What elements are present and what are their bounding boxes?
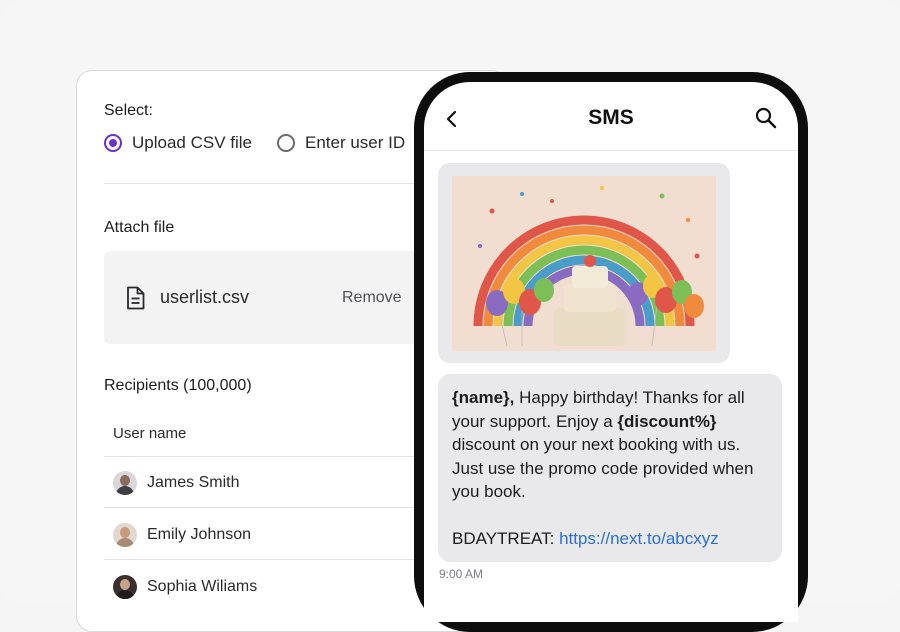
birthday-rainbow-image	[452, 176, 716, 351]
remove-file-button[interactable]: Remove	[342, 289, 402, 307]
select-label: Select:	[104, 102, 153, 119]
user-name: James Smith	[147, 474, 240, 491]
image-message-bubble[interactable]	[438, 163, 730, 363]
file-icon	[127, 286, 145, 310]
table-row[interactable]: Sophia Wiliams	[113, 575, 257, 599]
sms-message-bubble[interactable]: {name}, Happy birthday! Thanks for all y…	[438, 374, 782, 562]
promo-link[interactable]: https://next.to/abcxyz	[559, 529, 719, 548]
user-name: Sophia Wiliams	[147, 578, 258, 595]
column-header-user-name: User name	[113, 425, 187, 442]
radio-upload-csv-label: Upload CSV file	[132, 133, 253, 152]
radio-checked-icon[interactable]	[104, 134, 122, 152]
phone-screen: SMS {name}, Happy birthday! Thanks for a…	[424, 82, 798, 622]
discount-variable: {discount%}	[617, 411, 717, 431]
promo-code: BDAYTREAT:	[452, 529, 560, 548]
sms-title: SMS	[588, 106, 634, 129]
name-variable: {name},	[452, 388, 515, 407]
avatar	[113, 575, 137, 599]
avatar	[113, 471, 137, 495]
table-row[interactable]: Emily Johnson	[113, 523, 251, 547]
recipients-title: Recipients (100,000)	[104, 377, 252, 394]
file-name: userlist.csv	[160, 287, 250, 307]
attach-file-title: Attach file	[104, 219, 175, 236]
radio-upload-csv[interactable]: Upload CSV file	[104, 133, 252, 153]
search-icon[interactable]	[755, 107, 777, 129]
message-text: discount on your next booking with us. J…	[452, 435, 754, 501]
message-timestamp: 9:00 AM	[439, 567, 484, 581]
sms-header: SMS	[424, 82, 798, 151]
avatar	[113, 523, 137, 547]
radio-enter-user-id[interactable]: Enter user ID	[277, 133, 405, 153]
radio-unchecked-icon[interactable]	[277, 134, 295, 152]
table-row[interactable]: James Smith	[113, 471, 239, 495]
user-name: Emily Johnson	[147, 526, 252, 543]
radio-enter-user-id-label: Enter user ID	[305, 133, 406, 152]
